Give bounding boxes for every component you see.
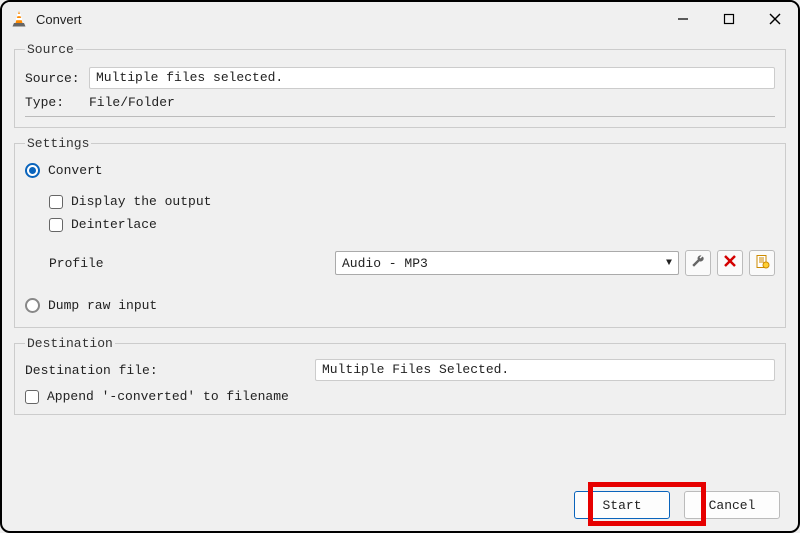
window-title: Convert [36,12,660,27]
append-converted-row[interactable]: Append '-converted' to filename [25,389,775,404]
window-controls [660,2,798,36]
dump-raw-radio[interactable] [25,298,40,313]
delete-profile-button[interactable] [717,250,743,276]
destination-group: Destination Destination file: Multiple F… [14,336,786,415]
source-field[interactable]: Multiple files selected. [89,67,775,89]
type-value: File/Folder [89,95,775,110]
convert-radio-label: Convert [48,163,103,178]
destination-file-label: Destination file: [25,363,315,378]
profile-select[interactable]: Audio - MP3 ▼ [335,251,679,275]
vlc-icon [10,10,28,28]
maximize-button[interactable] [706,2,752,36]
titlebar: Convert [2,2,798,36]
dump-raw-row[interactable]: Dump raw input [25,298,775,313]
display-output-checkbox[interactable] [49,195,63,209]
source-label: Source: [25,71,89,86]
settings-group: Settings Convert Display the output Dein… [14,136,786,328]
new-document-icon [755,254,770,273]
append-converted-checkbox[interactable] [25,390,39,404]
convert-radio-row[interactable]: Convert [25,163,775,178]
source-row: Source: Multiple files selected. [25,67,775,89]
chevron-down-icon: ▼ [666,258,672,269]
destination-legend: Destination [25,336,115,351]
wrench-icon [690,253,706,273]
append-converted-label: Append '-converted' to filename [47,389,289,404]
dialog-footer: Start Cancel [574,491,780,519]
destination-file-field[interactable]: Multiple Files Selected. [315,359,775,381]
dump-raw-label: Dump raw input [48,298,157,313]
profile-label: Profile [25,256,335,271]
display-output-row[interactable]: Display the output [49,194,775,209]
destination-file-row: Destination file: Multiple Files Selecte… [25,359,775,381]
display-output-label: Display the output [71,194,211,209]
type-label: Type: [25,95,89,110]
source-group: Source Source: Multiple files selected. … [14,42,786,128]
x-icon [723,254,737,272]
content: Source Source: Multiple files selected. … [2,36,798,435]
settings-legend: Settings [25,136,91,151]
source-legend: Source [25,42,76,57]
type-row: Type: File/Folder [25,95,775,117]
edit-profile-button[interactable] [685,250,711,276]
convert-dialog: Convert Source Source: Multiple files se… [0,0,800,533]
deinterlace-row[interactable]: Deinterlace [49,217,775,232]
deinterlace-label: Deinterlace [71,217,157,232]
minimize-button[interactable] [660,2,706,36]
new-profile-button[interactable] [749,250,775,276]
deinterlace-checkbox[interactable] [49,218,63,232]
close-button[interactable] [752,2,798,36]
start-button[interactable]: Start [574,491,670,519]
cancel-button[interactable]: Cancel [684,491,780,519]
profile-row: Profile Audio - MP3 ▼ [25,250,775,276]
profile-value: Audio - MP3 [342,256,428,271]
convert-radio[interactable] [25,163,40,178]
